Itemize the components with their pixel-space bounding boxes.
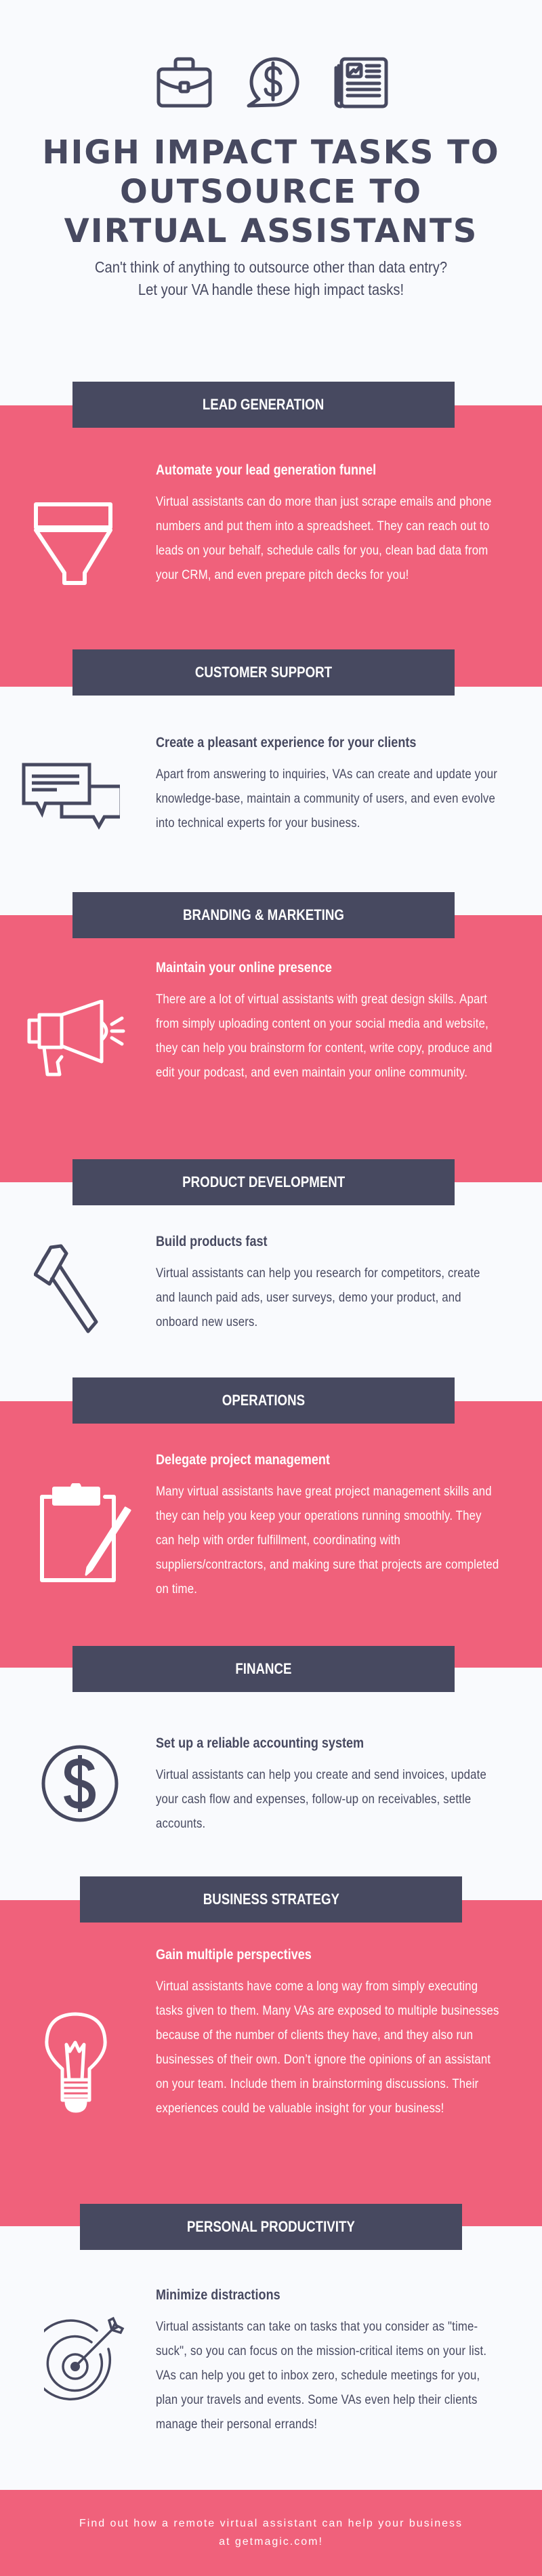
section-content-finance: Set up a reliable accounting system Virt… <box>156 1734 508 1836</box>
newspaper-icon <box>334 57 388 108</box>
megaphone-icon <box>27 1000 125 1076</box>
category-title: LEAD GENERATION <box>203 396 325 413</box>
category-bar-branding-marketing: BRANDING & MARKETING <box>72 892 455 938</box>
footer-cta: Find out how a remote virtual assistant … <box>41 2514 501 2551</box>
category-bar-customer-support: CUSTOMER SUPPORT <box>72 649 455 696</box>
section-body: Virtual assistants can do more than just… <box>156 494 492 582</box>
chat-bubbles-icon <box>22 763 120 830</box>
category-title: FINANCE <box>235 1660 292 1677</box>
section-heading: Set up a reliable accounting system <box>156 1735 364 1751</box>
clipboard-pencil-icon <box>40 1483 131 1582</box>
dollar-coin-icon <box>41 1745 119 1822</box>
page-subtitle: Can't think of anything to outsource oth… <box>94 258 448 298</box>
section-content-lead-generation: Automate your lead generation funnel Vir… <box>156 461 508 587</box>
target-arrow-icon <box>44 2316 125 2400</box>
category-bar-finance: FINANCE <box>72 1646 455 1692</box>
page-title: HIGH IMPACT TASKS TO OUTSOURCE TO VIRTUA… <box>42 134 500 250</box>
category-bar-personal-productivity: PERSONAL PRODUCTIVITY <box>80 2204 462 2250</box>
header-icons <box>0 57 542 108</box>
section-body: There are a lot of virtual assistants wi… <box>156 992 493 1080</box>
section-body: Virtual assistants can help you research… <box>156 1266 480 1329</box>
section-heading: Build products fast <box>156 1234 268 1249</box>
category-title: PERSONAL PRODUCTIVITY <box>187 2218 355 2235</box>
category-bar-operations: OPERATIONS <box>72 1377 455 1424</box>
footer-cta-link[interactable]: at getmagic.com! <box>219 2536 323 2548</box>
section-body: Apart from answering to inquiries, VAs c… <box>156 767 498 830</box>
hammer-icon <box>34 1244 98 1333</box>
section-body: Virtual assistants have come a long way … <box>156 1979 499 2116</box>
lightbulb-icon <box>45 2012 107 2113</box>
category-title: BRANDING & MARKETING <box>183 906 344 923</box>
section-content-personal-productivity: Minimize distractions Virtual assistants… <box>156 2286 508 2436</box>
section-heading: Gain multiple perspectives <box>156 1947 312 1963</box>
category-bar-product-development: PRODUCT DEVELOPMENT <box>72 1159 455 1205</box>
category-bar-business-strategy: BUSINESS STRATEGY <box>80 1876 462 1923</box>
section-body: Virtual assistants can help you create a… <box>156 1767 487 1831</box>
section-content-product-development: Build products fast Virtual assistants c… <box>156 1232 508 1334</box>
section-body: Virtual assistants can take on tasks tha… <box>156 2319 487 2432</box>
footer-cta-line1: Find out how a remote virtual assistant … <box>79 2518 463 2529</box>
section-content-business-strategy: Gain multiple perspectives Virtual assis… <box>156 1946 508 2120</box>
category-title: PRODUCT DEVELOPMENT <box>182 1173 345 1190</box>
section-heading: Create a pleasant experience for your cl… <box>156 735 417 750</box>
category-title: CUSTOMER SUPPORT <box>194 664 333 681</box>
section-content-customer-support: Create a pleasant experience for your cl… <box>156 733 508 835</box>
section-heading: Automate your lead generation funnel <box>156 462 377 478</box>
section-heading: Delegate project management <box>156 1452 330 1468</box>
section-content-branding-marketing: Maintain your online presence There are … <box>156 959 508 1085</box>
category-title: OPERATIONS <box>222 1392 306 1409</box>
section-body: Many virtual assistants have great proje… <box>156 1484 499 1596</box>
category-bar-lead-generation: LEAD GENERATION <box>72 382 455 428</box>
funnel-icon <box>34 502 112 585</box>
briefcase-icon <box>157 57 212 108</box>
section-content-operations: Delegate project management Many virtual… <box>156 1451 508 1601</box>
section-heading: Maintain your online presence <box>156 960 332 975</box>
category-title: BUSINESS STRATEGY <box>203 1891 339 1908</box>
section-heading: Minimize distractions <box>156 2287 280 2303</box>
dollar-speech-bubble-icon <box>247 57 299 108</box>
